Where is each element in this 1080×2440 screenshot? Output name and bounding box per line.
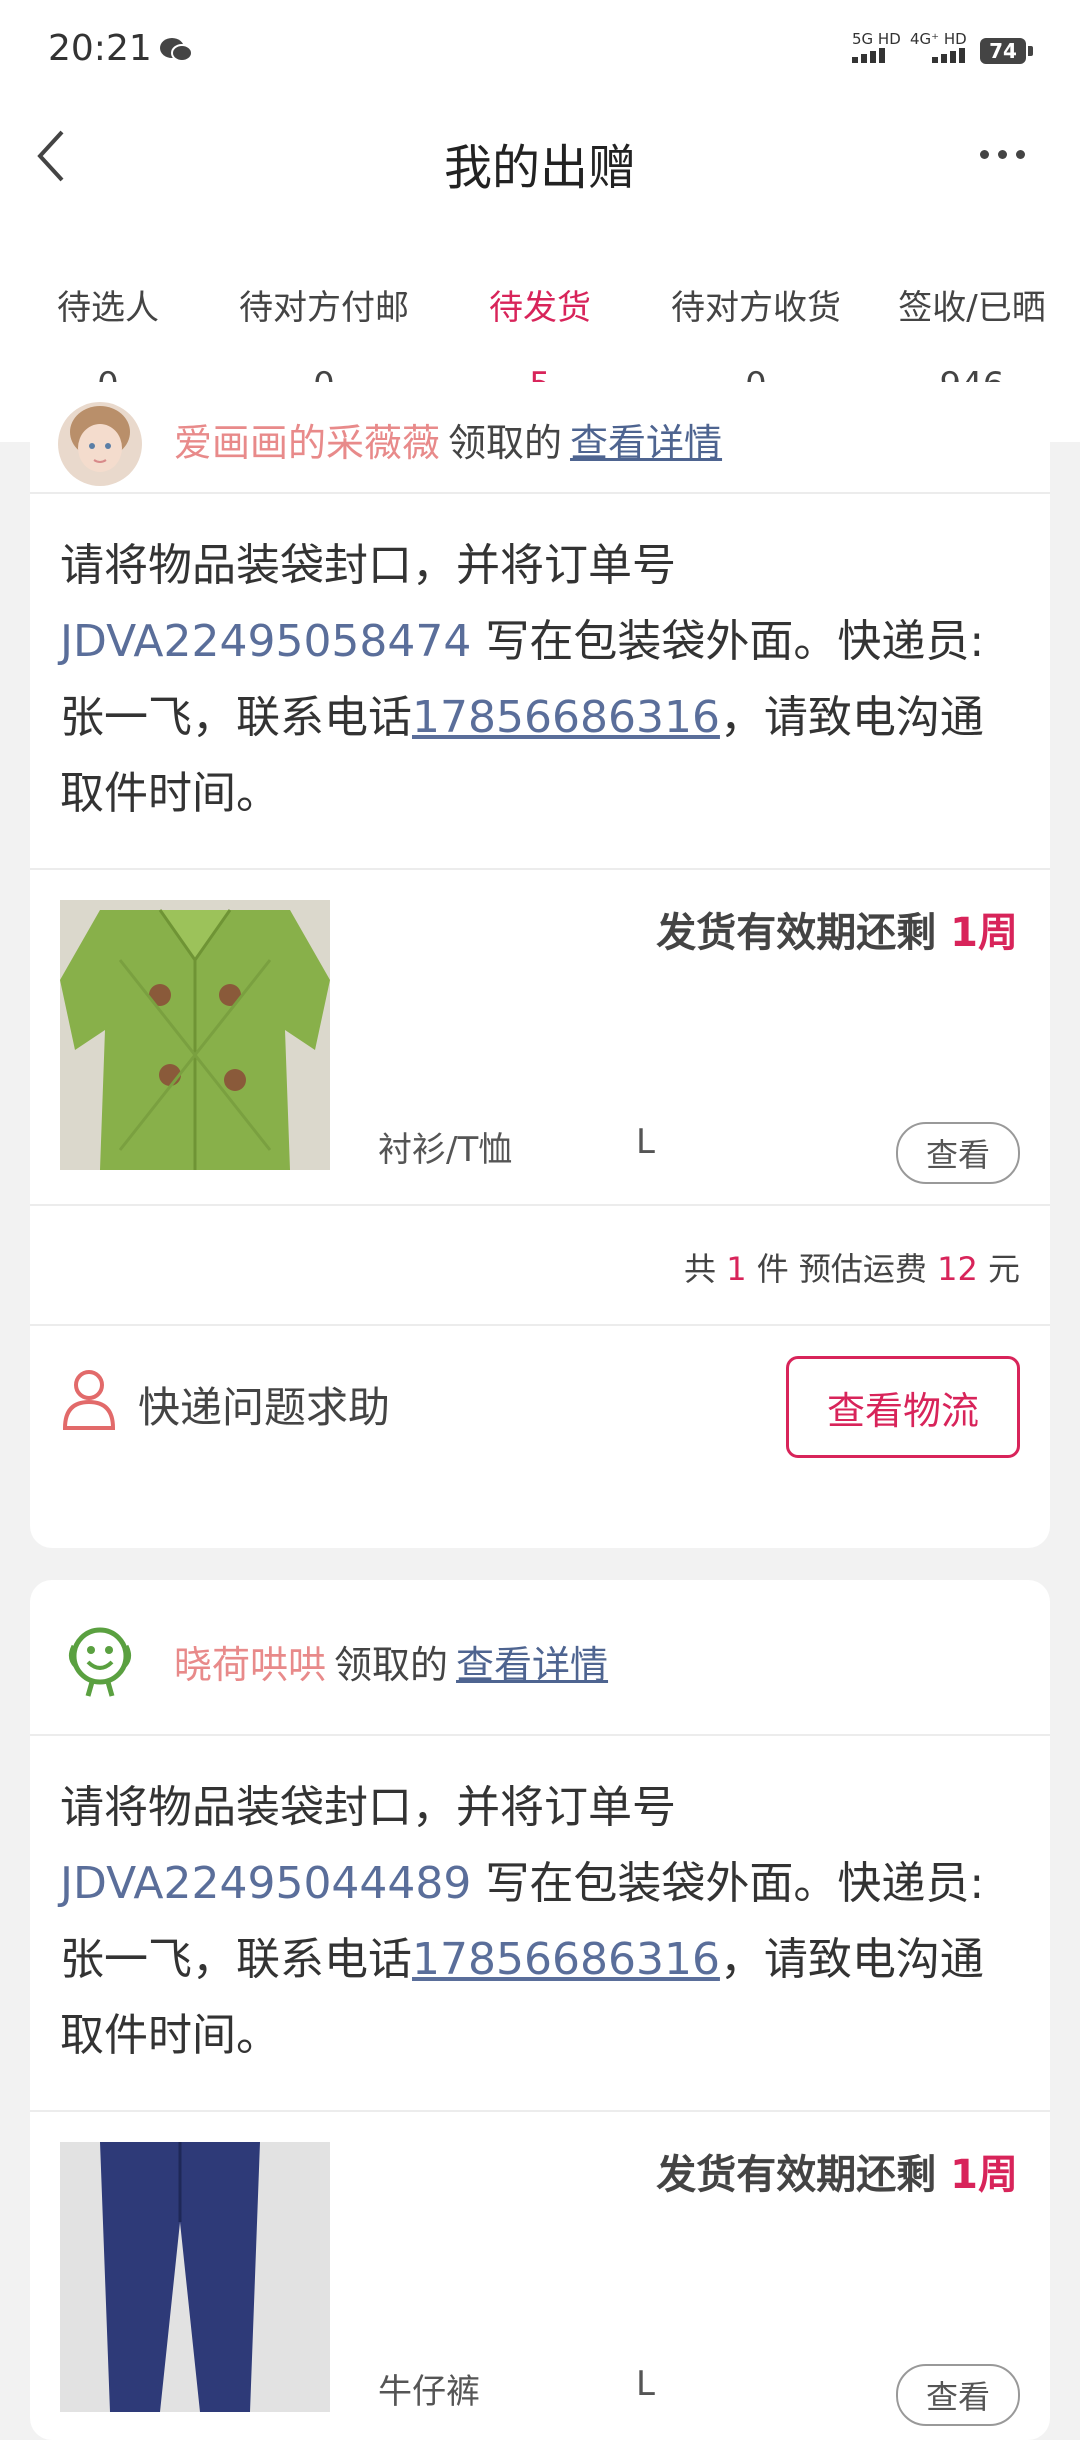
tab-label: 待对方收货 xyxy=(671,288,841,328)
item-row: 发货有效期还剩 1周 衬衫/T恤 L 查看 xyxy=(30,870,1050,1206)
summary-text: 元 xyxy=(977,1250,1020,1288)
deadline-value: 1周 xyxy=(950,2152,1018,2198)
card-header: 晓荷哄哄 领取的 查看详情 xyxy=(30,1580,1050,1736)
courier-phone-link[interactable]: 17856686316 xyxy=(412,1934,720,1985)
gift-card: 爱画画的采薇薇 领取的 查看详情 请将物品装袋封口，并将订单号 JDVA224950… xyxy=(30,382,1050,1548)
recipient-name[interactable]: 晓荷哄哄 xyxy=(174,1643,326,1687)
network-label-2: 4G⁺ HD xyxy=(910,30,967,48)
header: 我的出赠 xyxy=(0,100,1080,250)
recipient-line: 晓荷哄哄 领取的 查看详情 xyxy=(174,1634,608,1689)
order-number: JDVA22495058474 xyxy=(60,616,472,667)
card-header: 爱画画的采薇薇 领取的 查看详情 xyxy=(30,382,1050,494)
status-time: 20:21 xyxy=(48,28,152,69)
received-label: 领取的 xyxy=(448,421,563,465)
courier-phone-link[interactable]: 17856686316 xyxy=(412,692,720,743)
summary-text: 共 xyxy=(684,1250,727,1288)
status-bar: 20:21 5G HD 4G⁺ HD 74 xyxy=(0,0,1080,100)
tab-label: 待发货 xyxy=(489,288,591,328)
page-title: 我的出赠 xyxy=(443,140,636,196)
view-logistics-button[interactable]: 查看物流 xyxy=(786,1356,1020,1458)
tab-label: 待对方付邮 xyxy=(239,288,409,328)
deadline-label: 发货有效期还剩 xyxy=(656,910,951,956)
shipping-instructions: 请将物品装袋封口，并将订单号 JDVA22495044489 写在包装袋外面。快… xyxy=(30,1736,1050,2112)
avatar[interactable] xyxy=(58,402,142,486)
item-category: 牛仔裤 xyxy=(378,2372,480,2412)
battery-tip xyxy=(1028,46,1033,56)
tab-label: 签收/已晒 xyxy=(898,288,1046,328)
item-row: 发货有效期还剩 1周 牛仔裤 L 查看 xyxy=(30,2112,1050,2440)
received-label: 领取的 xyxy=(334,1643,449,1687)
instruction-text: 请将物品装袋封口，并将订单号 xyxy=(60,1782,676,1833)
shipping-instructions: 请将物品装袋封口，并将订单号 JDVA22495058474 写在包装袋外面。快… xyxy=(30,494,1050,870)
summary-text: 件 预估运费 xyxy=(746,1250,938,1288)
view-item-button[interactable]: 查看 xyxy=(896,2364,1020,2426)
deadline-value: 1周 xyxy=(950,910,1018,956)
item-category: 衬衫/T恤 xyxy=(378,1130,513,1170)
order-summary: 共 1 件 预估运费 12 元 xyxy=(30,1206,1050,1326)
view-detail-link[interactable]: 查看详情 xyxy=(456,1643,608,1687)
item-image-green-shirt[interactable] xyxy=(60,900,330,1170)
gift-card: 晓荷哄哄 领取的 查看详情 请将物品装袋封口，并将订单号 JDVA224950444… xyxy=(30,1580,1050,2440)
item-image-jeans[interactable] xyxy=(60,2142,330,2412)
item-size: L xyxy=(636,2364,655,2404)
ship-deadline: 发货有效期还剩 1周 xyxy=(656,2142,1018,2200)
instruction-text: 请将物品装袋封口，并将订单号 xyxy=(60,540,676,591)
card-actions: 快递问题求助 查看物流 xyxy=(30,1326,1050,1494)
signal-icon xyxy=(932,48,965,63)
wechat-icon xyxy=(160,38,193,62)
deadline-label: 发货有效期还剩 xyxy=(656,2152,951,2198)
view-detail-link[interactable]: 查看详情 xyxy=(570,421,722,465)
order-number: JDVA22495044489 xyxy=(60,1858,472,1909)
tab-label: 待选人 xyxy=(57,288,159,328)
more-menu-icon[interactable] xyxy=(980,150,1025,159)
ship-deadline: 发货有效期还剩 1周 xyxy=(656,900,1018,958)
recipient-line: 爱画画的采薇薇 领取的 查看详情 xyxy=(174,412,722,467)
avatar[interactable] xyxy=(58,1618,142,1702)
person-icon[interactable] xyxy=(60,1368,118,1430)
shipping-fee: 12 xyxy=(937,1250,978,1288)
network-label-1: 5G HD xyxy=(852,30,901,48)
battery-icon: 74 xyxy=(980,38,1026,64)
item-size: L xyxy=(636,1122,655,1162)
courier-help-link[interactable]: 快递问题求助 xyxy=(138,1374,390,1435)
recipient-name[interactable]: 爱画画的采薇薇 xyxy=(174,421,440,465)
view-item-button[interactable]: 查看 xyxy=(896,1122,1020,1184)
signal-icon xyxy=(852,48,885,63)
item-quantity: 1 xyxy=(726,1250,747,1288)
